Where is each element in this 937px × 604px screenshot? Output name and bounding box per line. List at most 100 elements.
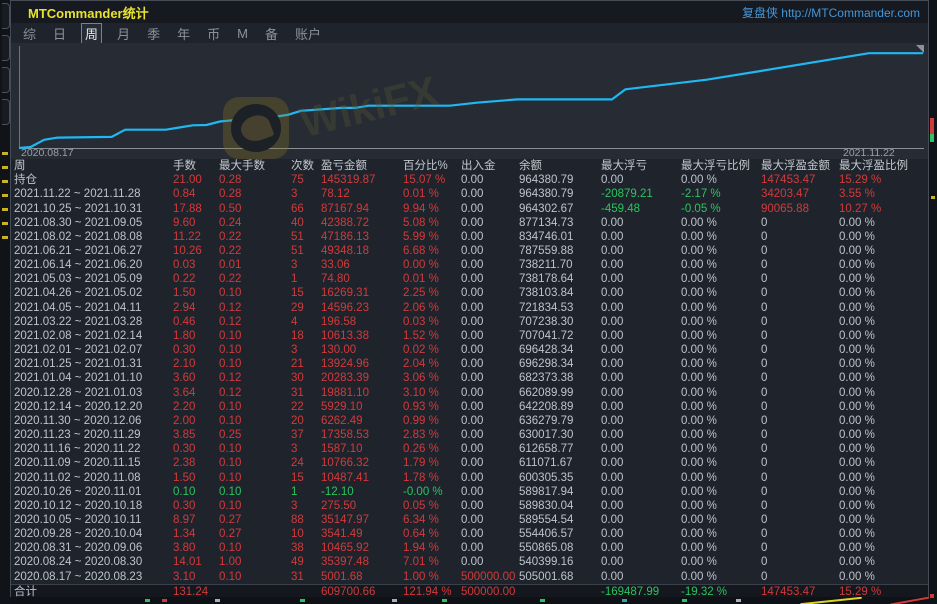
table-cell: 2021.04.05 ~ 2021.04.11 [14, 301, 173, 315]
table-header-row[interactable]: 周手数最大手数次数盈亏金额百分比%出入金余额最大浮亏最大浮亏比例最大浮盈金额最大… [11, 159, 928, 173]
table-row[interactable]: 2021.04.05 ~ 2021.04.112.940.122914596.2… [11, 301, 928, 315]
table-cell: 0 [761, 471, 839, 485]
table-cell: 14.01 [173, 555, 219, 569]
background-tick [930, 594, 934, 598]
table-row[interactable]: 2021.10.25 ~ 2021.10.3117.880.506687167.… [11, 201, 928, 215]
menu-item-2[interactable]: 日 [51, 24, 68, 43]
table-cell: 0.01 [219, 258, 291, 272]
table-cell: 0.00 [461, 230, 519, 244]
table-cell: 2021.06.14 ~ 2021.06.20 [14, 258, 173, 272]
table-row[interactable]: 2020.10.12 ~ 2020.10.180.300.103275.500.… [11, 499, 928, 513]
table-row[interactable]: 2021.11.22 ~ 2021.11.280.840.28378.120.0… [11, 187, 928, 201]
menu-item-10[interactable]: 账户 [293, 24, 323, 43]
table-row[interactable]: 2020.11.02 ~ 2020.11.081.500.101510487.4… [11, 470, 928, 484]
table-row[interactable]: 2021.05.03 ~ 2021.05.090.220.22174.800.0… [11, 272, 928, 286]
table-cell: 0.28 [219, 187, 291, 201]
table-cell: 2.83 % [403, 428, 461, 442]
table-cell: 0.00 [461, 527, 519, 541]
table-row[interactable]: 2020.08.24 ~ 2020.08.3014.011.004935397.… [11, 555, 928, 569]
table-cell: 0 [761, 527, 839, 541]
table-cell: 3.85 [173, 428, 219, 442]
table-cell: 0.50 [219, 202, 291, 216]
menu-item-8[interactable]: M [235, 26, 250, 41]
table-cell: 0.30 [173, 442, 219, 456]
table-cell: 0.00 [601, 386, 681, 400]
table-cell: 2021.08.30 ~ 2021.09.05 [14, 216, 173, 230]
table-cell: 0.00 % [839, 555, 928, 569]
table-row[interactable]: 2021.06.14 ~ 2021.06.200.030.01333.060.0… [11, 258, 928, 272]
table-cell: 721834.53 [519, 301, 601, 315]
table-cell: 0.00 [601, 357, 681, 371]
table-cell: 0.00 [461, 456, 519, 470]
table-cell: 738211.70 [519, 258, 601, 272]
table-row[interactable]: 2020.12.14 ~ 2020.12.202.200.10225929.10… [11, 400, 928, 414]
menu-item-7[interactable]: 币 [205, 24, 222, 43]
menu-item-3[interactable]: 周 [81, 23, 102, 44]
table-cell: 0.00 % [681, 471, 761, 485]
table-cell: 0.00 [601, 272, 681, 286]
menu-item-9[interactable]: 备 [263, 24, 280, 43]
table-row[interactable]: 2020.11.09 ~ 2020.11.152.380.102410766.3… [11, 456, 928, 470]
table-row[interactable]: 2021.02.08 ~ 2021.02.141.800.101810613.3… [11, 329, 928, 343]
table-cell: 0.00 [601, 400, 681, 414]
table-cell: 1.50 [173, 471, 219, 485]
table-cell: 0 [761, 258, 839, 272]
table-cell: 0.00 [601, 555, 681, 569]
table-row[interactable]: 2020.08.31 ~ 2020.09.063.800.103810465.9… [11, 541, 928, 555]
table-cell: 6.34 % [403, 513, 461, 527]
menu-item-1[interactable]: 综 [21, 24, 38, 43]
table-cell: 次数 [291, 159, 321, 173]
table-cell: 5.08 % [403, 216, 461, 230]
table-cell: 2021.06.21 ~ 2021.06.27 [14, 244, 173, 258]
menu-item-6[interactable]: 年 [175, 24, 192, 43]
table-row[interactable]: 2020.12.28 ~ 2021.01.033.640.123119881.1… [11, 386, 928, 400]
menu-item-4[interactable]: 月 [115, 24, 132, 43]
brand-link[interactable]: 复盘侠 http://MTCommander.com [742, 4, 920, 21]
table-row[interactable]: 2021.06.21 ~ 2021.06.2710.260.225149348.… [11, 244, 928, 258]
table-cell: 2.25 % [403, 286, 461, 300]
table-row[interactable]: 2021.08.30 ~ 2021.09.059.600.244042388.7… [11, 216, 928, 230]
chart-start-date: 2020.08.17 [21, 147, 74, 159]
table-row[interactable]: 持仓21.000.2875145319.8715.07 %0.00964380.… [11, 173, 928, 187]
table-cell: 1.50 [173, 286, 219, 300]
table-row[interactable]: 2021.03.22 ~ 2021.03.280.460.124196.580.… [11, 315, 928, 329]
table-cell: 0.00 [461, 343, 519, 357]
table-row[interactable]: 2020.11.30 ~ 2020.12.062.000.10206262.49… [11, 414, 928, 428]
table-cell: 0.00 [461, 258, 519, 272]
table-row[interactable]: 2020.08.17 ~ 2020.08.233.100.10315001.68… [11, 570, 928, 584]
menu-item-5[interactable]: 季 [145, 24, 162, 43]
background-yellow-line [800, 597, 862, 604]
table-cell: 9.94 % [403, 202, 461, 216]
table-cell: 0.00 [461, 173, 519, 187]
table-row[interactable]: 2020.11.16 ~ 2020.11.220.300.1031587.100… [11, 442, 928, 456]
table-row[interactable]: 2020.10.05 ~ 2020.10.118.970.278835147.9… [11, 513, 928, 527]
table-cell: 10766.32 [321, 456, 403, 470]
table-cell: 0.10 [219, 414, 291, 428]
table-cell: 38 [291, 541, 321, 555]
table-cell: 6.68 % [403, 244, 461, 258]
table-cell: 0.10 [219, 357, 291, 371]
table-row[interactable]: 2021.08.02 ~ 2021.08.0811.220.225147186.… [11, 230, 928, 244]
table-cell: 0 [761, 343, 839, 357]
table-row[interactable]: 2020.11.23 ~ 2020.11.293.850.253717358.5… [11, 428, 928, 442]
table-row[interactable]: 2021.01.04 ~ 2021.01.103.600.123020283.3… [11, 371, 928, 385]
table-cell: 0.00 % [681, 343, 761, 357]
table-cell: 0.00 % [681, 400, 761, 414]
table-cell: 1.94 % [403, 541, 461, 555]
table-cell: 0.99 % [403, 414, 461, 428]
table-row[interactable]: 2021.02.01 ~ 2021.02.070.300.103130.000.… [11, 343, 928, 357]
table-cell: 0.22 [219, 272, 291, 286]
table-cell: 0.27 [219, 527, 291, 541]
table-cell: 0.10 [173, 485, 219, 499]
table-row[interactable]: 2020.09.28 ~ 2020.10.041.340.27103541.49… [11, 527, 928, 541]
table-cell: -20879.21 [601, 187, 681, 201]
table-cell: 15 [291, 286, 321, 300]
table-cell: 0.00 % [681, 485, 761, 499]
table-cell: 500000.00 [461, 570, 519, 584]
table-cell: 2.10 [173, 357, 219, 371]
table-row[interactable]: 2021.01.25 ~ 2021.01.312.100.102113924.9… [11, 357, 928, 371]
table-cell: 0.00 % [839, 499, 928, 513]
table-row[interactable]: 2021.04.26 ~ 2021.05.021.500.101516269.3… [11, 286, 928, 300]
table-row[interactable]: 2020.10.26 ~ 2020.11.010.100.101-12.10-0… [11, 485, 928, 499]
chart-end-date: 2021.11.22 [843, 147, 895, 159]
